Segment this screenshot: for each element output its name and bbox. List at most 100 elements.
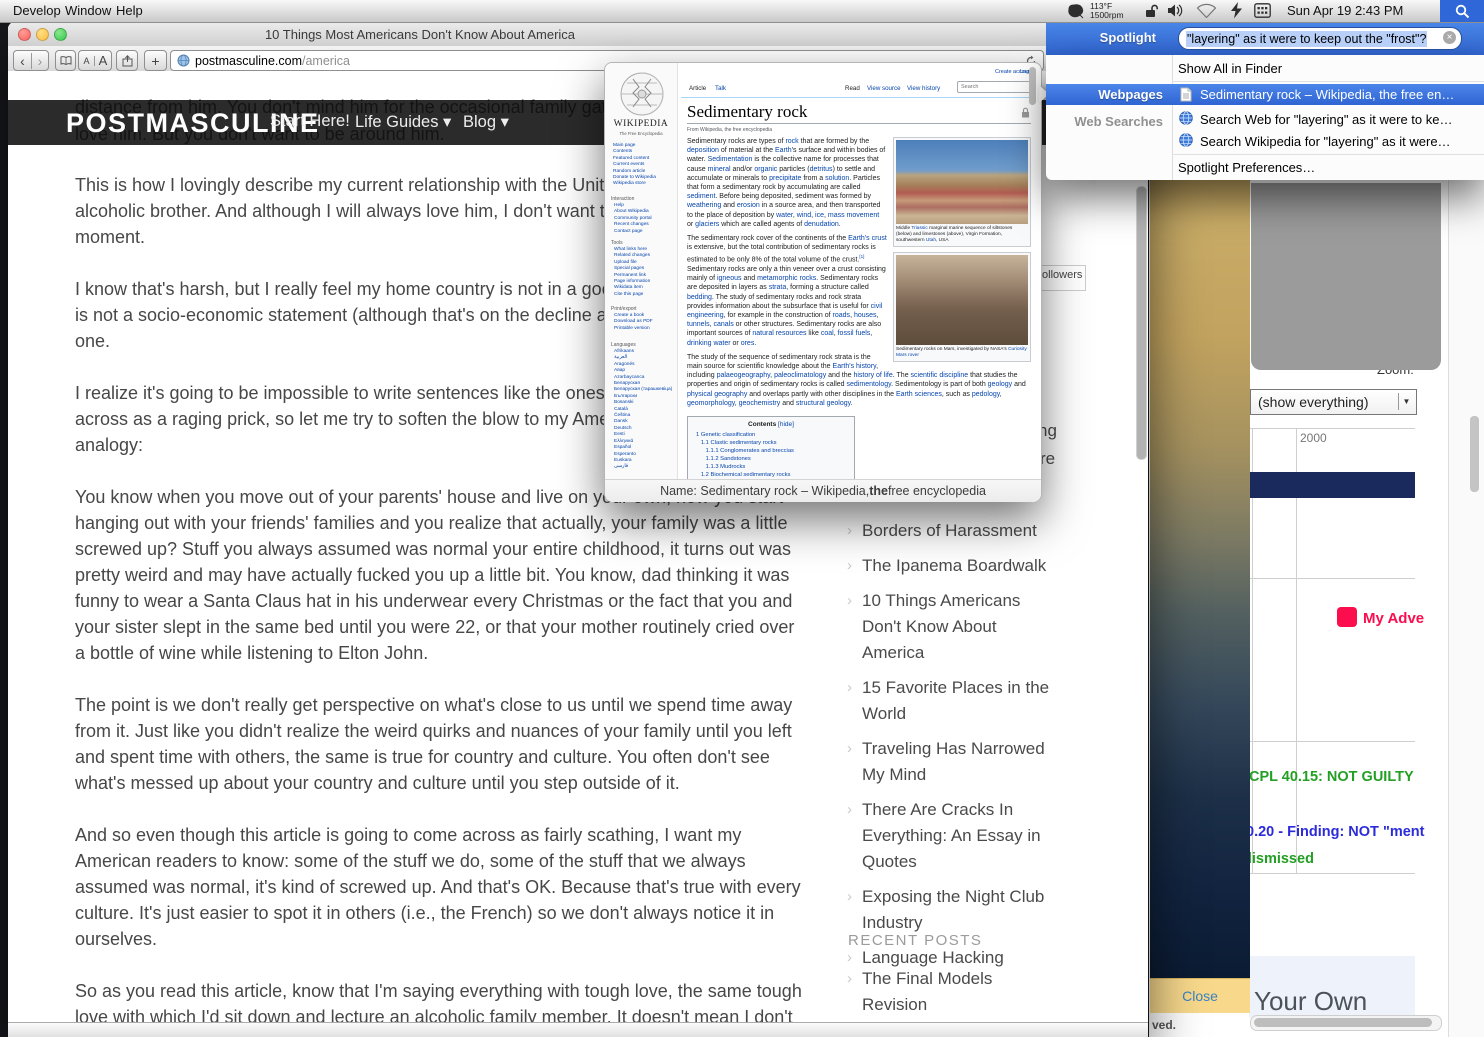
back-icon[interactable]: ‹ [14,53,32,69]
volume-icon[interactable] [1167,3,1185,18]
toc-entry[interactable]: 1 Genetic classification [696,431,846,439]
spotlight-preferences[interactable]: Spotlight Preferences… [1178,160,1315,175]
wiki-link[interactable]: [1] [859,254,864,259]
nav-blog[interactable]: Blog ▾ [463,112,509,132]
lock-open-icon[interactable] [1145,4,1158,18]
spotlight-menu-button[interactable] [1440,0,1484,22]
font-smaller-button[interactable]: A [79,56,95,66]
wiki-link[interactable]: glaciers [695,221,719,228]
wiki-sidebar-link[interactable]: Cite this page [614,292,650,298]
toc-entry[interactable]: 1.1 Clastic sedimentary rocks [696,439,846,447]
wiki-link[interactable]: Utah [926,238,936,243]
wiki-link[interactable]: geochemistry [739,400,781,407]
wiki-link[interactable]: metamorphic rocks [757,275,816,282]
wiki-link[interactable]: scientific discipline [911,372,969,379]
menu-clock[interactable]: Sun Apr 19 2:43 PM [1287,3,1403,18]
wiki-link[interactable]: precipitate [769,175,801,182]
wiki-thumbnail-2[interactable]: Sedimentary rocks on Mars, investigated … [893,252,1031,362]
followers-widget[interactable]: followers [1038,265,1086,291]
right-window-hscrollbar[interactable] [1250,1015,1442,1031]
popular-post-link[interactable]: Exposing the Night Club Industry [862,884,1056,936]
wiki-thumbnail-1[interactable]: Middle Triassic marginal marine sequence… [893,137,1031,247]
bolt-icon[interactable] [1230,2,1243,19]
popular-post-link[interactable]: Borders of Harassment [862,518,1056,544]
wiki-link[interactable]: Earth's crust [848,235,887,242]
wiki-link[interactable]: natural resources [752,330,806,337]
wiki-link[interactable]: structural geology [796,400,851,407]
font-bigger-button[interactable]: A [95,53,111,68]
wiki-link[interactable]: Triassic [911,226,927,231]
tab-article[interactable]: Article [689,85,706,92]
wiki-sidebar-link[interactable]: Download as PDF [614,319,653,325]
wiki-link[interactable]: sediment [687,193,715,200]
evernote-icon[interactable] [1066,3,1085,19]
right-window-hscroll-thumb[interactable] [1254,1018,1432,1027]
wiki-link[interactable]: pedology [972,391,1000,398]
wiki-link[interactable]: palaeogeography [717,372,771,379]
popular-post-link[interactable]: There Are Cracks In Everything: An Essay… [862,797,1056,875]
wiki-link[interactable]: ice [815,212,824,219]
wiki-link[interactable]: deposition [687,147,719,154]
tab-view-source[interactable]: View source [867,85,901,92]
wiki-link[interactable]: wind [797,212,811,219]
popular-post-link[interactable]: The Ipanema Boardwalk [862,553,1056,579]
safari-hscrollbar[interactable] [8,1022,1148,1037]
wiki-link[interactable]: bedding [687,294,712,301]
ad-close-button[interactable]: Close [1182,988,1218,1004]
forward-icon[interactable]: › [32,53,48,69]
clear-icon[interactable]: × [1443,31,1456,44]
show-all-in-finder[interactable]: Show All in Finder [1178,61,1282,76]
toc-entry[interactable]: 1.1.3 Mudrocks [696,463,846,471]
wiki-link[interactable]: ores [741,340,755,347]
timeline-marker-label[interactable]: My Adve [1363,610,1424,627]
search-wikipedia-row[interactable]: Search Wikipedia for "layering" as it we… [1200,134,1451,149]
bookmarks-button[interactable] [55,50,76,71]
wiki-link[interactable]: weathering [687,202,721,209]
wiki-link[interactable]: strata [769,284,787,291]
wiki-link[interactable]: Earth sciences [896,391,942,398]
wiki-link[interactable]: rock [785,138,798,145]
wiki-link[interactable]: coal [821,330,834,337]
tab-read[interactable]: Read [845,85,860,92]
popular-post-link[interactable]: 10 Things Americans Don't Know About Ame… [862,588,1056,666]
menu-window[interactable]: Window [65,3,111,18]
wiki-link[interactable]: sedimentology [847,381,892,388]
nav-life-guides[interactable]: Life Guides ▾ [355,112,451,132]
minimize-window-button[interactable] [36,28,49,41]
wifi-icon[interactable] [1196,3,1217,18]
calendar-grid-icon[interactable] [1254,3,1271,18]
wiki-link[interactable]: houses [854,312,877,319]
search-web-row[interactable]: Search Web for "layering" as it were to … [1200,112,1452,127]
safari-titlebar[interactable]: 10 Things Most Americans Don't Know Abou… [8,22,1148,47]
toc-entry[interactable]: 1.1.1 Conglomerates and breccias [696,447,846,455]
wiki-search-input[interactable] [957,81,1031,93]
menu-develop[interactable]: Develop [13,3,61,18]
toc-entry[interactable]: 1.2 Biochemical sedimentary rocks [696,471,846,479]
wiki-link[interactable]: history of life [853,372,892,379]
new-tab-button[interactable]: + [144,50,167,71]
share-button[interactable] [116,50,138,71]
wiki-link[interactable]: Earth's history [833,363,877,370]
wiki-link[interactable]: fossil fuels [838,330,871,337]
recent-post-link[interactable]: The Final Models Revision [862,966,1056,1018]
wiki-link[interactable]: water [776,212,793,219]
wiki-link[interactable]: roads [833,312,851,319]
wiki-link[interactable]: paleoclimatology [774,372,826,379]
wiki-link[interactable]: denudation [804,221,839,228]
wiki-link[interactable]: solution [825,175,849,182]
wiki-link[interactable]: Earth [775,147,792,154]
spotlight-search-input[interactable]: "layering" as it were to keep out the "f… [1178,27,1462,50]
wiki-link[interactable]: mass movement [828,212,879,219]
wiki-link[interactable]: Sedimentation [708,156,753,163]
temperature-status[interactable]: 113°F 1500rpm [1090,2,1124,20]
timeline-marker[interactable] [1337,607,1357,627]
tab-talk[interactable]: Talk [715,85,726,92]
wiki-sidebar-link[interactable]: Related changes [614,253,650,259]
right-window-vscroll-thumb[interactable] [1470,416,1479,492]
zoom-window-button[interactable] [54,28,67,41]
wiki-link[interactable]: igneous [717,275,742,282]
wiki-link[interactable]: mineral [708,166,731,173]
ad-close-bar[interactable]: Close [1150,978,1250,1013]
wiki-language-link[interactable]: Беларуская (тарашкевіца) [614,387,672,393]
wiki-link[interactable]: organic [754,166,777,173]
